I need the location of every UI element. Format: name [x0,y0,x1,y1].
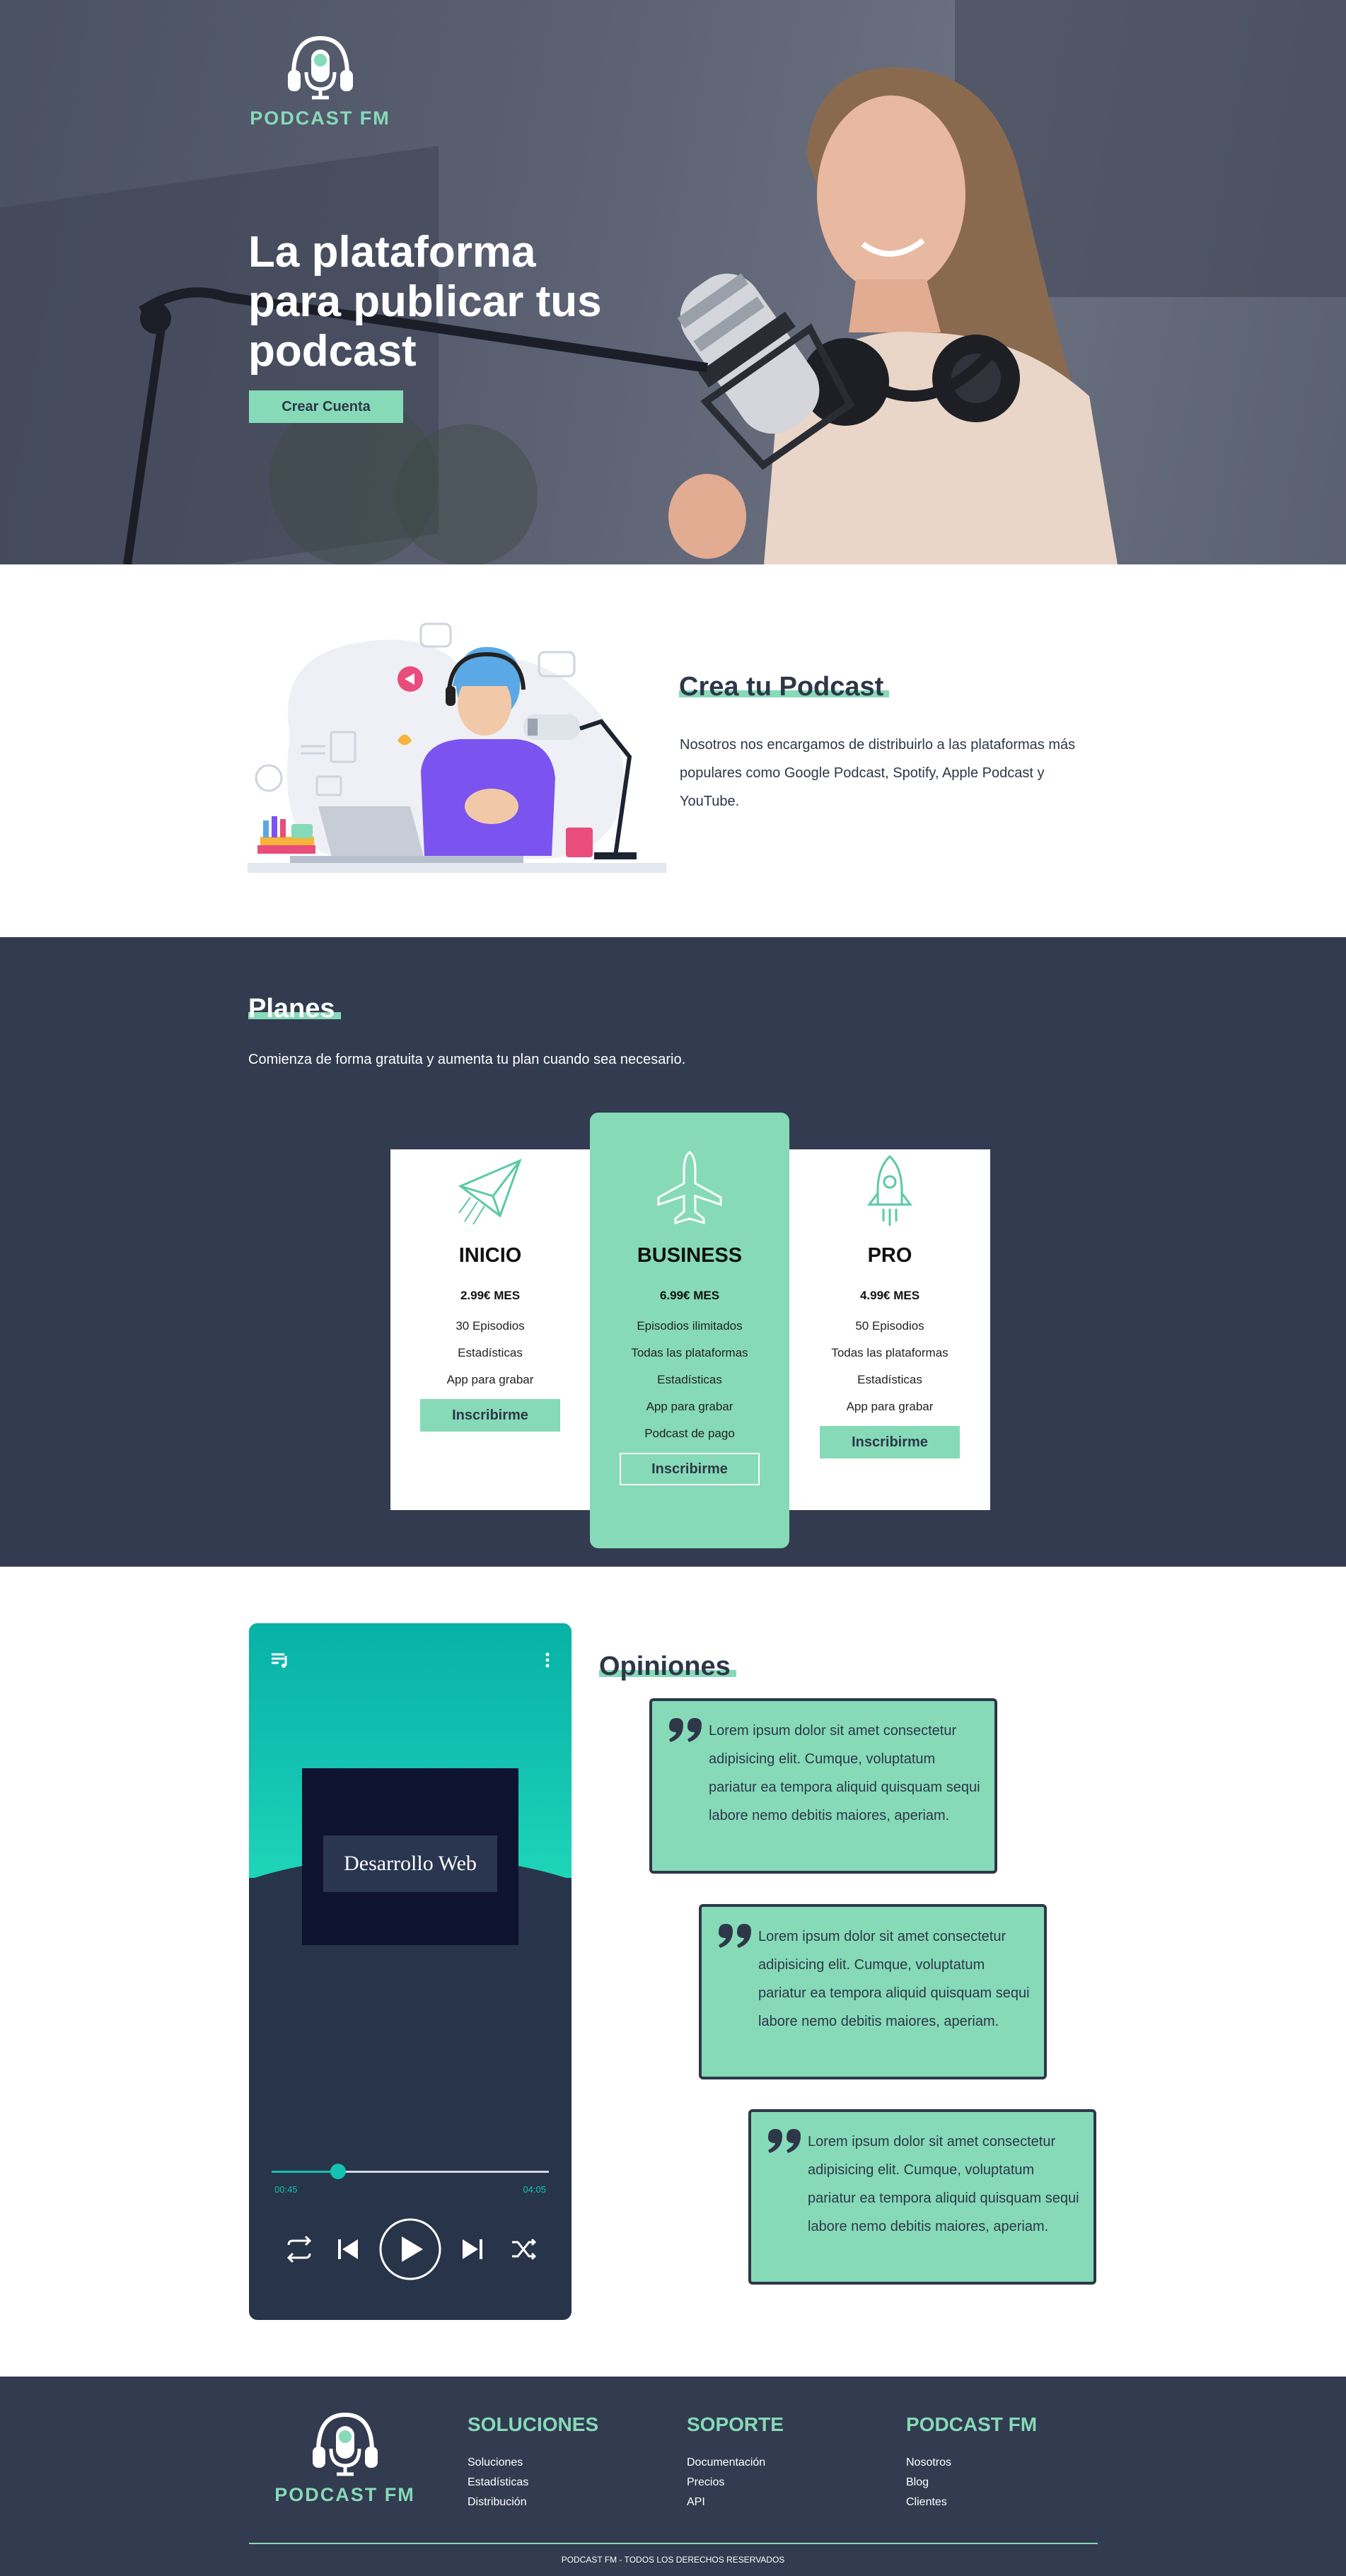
footer-link[interactable]: Soluciones [468,2453,598,2473]
footer-column-soporte: SOPORTE Documentación Precios API [687,2413,784,2512]
footer-column-title: SOPORTE [687,2413,784,2435]
podcaster-illustration [248,622,666,873]
quote-icon [719,1924,751,1948]
testimonial-text: Lorem ipsum dolor sit amet consectetur a… [808,2134,1079,2234]
plan-feature: Estadísticas [657,1373,722,1386]
plan-price: 2.99€ MES [460,1289,521,1302]
more-options-icon[interactable] [545,1652,550,1669]
subscribe-button-pro[interactable]: Inscribirme [820,1426,960,1458]
testimonial-card: Lorem ipsum dolor sit amet consectetur a… [699,1904,1047,2079]
subscribe-button-business[interactable]: Inscribirme [620,1453,760,1485]
footer-link[interactable]: Nosotros [906,2453,1037,2473]
headphones-microphone-icon [287,35,353,100]
plan-feature: Podcast de pago [644,1427,735,1440]
crea-podcast-text: Nosotros nos encargamos de distribuirlo … [680,737,1076,809]
testimonial-text: Lorem ipsum dolor sit amet consectetur a… [758,1929,1030,2029]
progress-bar[interactable] [272,2164,549,2179]
plan-price: 6.99€ MES [659,1289,720,1302]
planes-section: Planes Comienza de forma gratuita y aume… [0,937,1346,1567]
footer-link[interactable]: API [687,2493,784,2512]
plan-features: 50 Episodios Todas las plataformas Estad… [789,1313,990,1420]
create-account-button[interactable]: Crear Cuenta [249,390,403,423]
footer-link[interactable]: Estadísticas [468,2473,598,2493]
footer-divider [249,2543,1098,2544]
footer-column-title: PODCAST FM [906,2413,1038,2435]
footer-link[interactable]: Distribución [468,2493,598,2512]
plan-feature: Estadísticas [857,1373,922,1386]
shuffle-icon[interactable] [512,2238,537,2261]
footer-link[interactable]: Documentación [687,2453,784,2473]
repeat-icon[interactable] [286,2235,312,2263]
plan-feature: Todas las plataformas [631,1346,748,1359]
opiniones-title: Opiniones [599,1652,736,1682]
progress-knob[interactable] [330,2164,347,2179]
testimonial-card: Lorem ipsum dolor sit amet consectetur a… [649,1698,997,1874]
quote-icon [669,1718,702,1742]
airplane-icon [657,1151,722,1225]
plan-feature: App para grabar [846,1400,934,1413]
subscribe-button-inicio[interactable]: Inscribirme [420,1399,560,1432]
footer-logo[interactable]: PODCAST FM [272,2408,417,2506]
plan-name: PRO [867,1244,912,1267]
planes-description: Comienza de forma gratuita y aumenta tu … [248,1052,686,1067]
hero-section: PODCAST FM La plataforma para publicar t… [0,0,1346,564]
play-icon[interactable] [379,2218,441,2280]
hero-title: La plataforma para publicar tus podcast [248,228,602,376]
progress-fill [272,2171,339,2173]
headphones-microphone-icon [312,2412,378,2476]
footer: PODCAST FM SOLUCIONES Soluciones Estadís… [0,2377,1346,2576]
plan-feature: App para grabar [646,1400,733,1413]
footer-link[interactable]: Blog [906,2473,1037,2493]
plan-feature: 50 Episodios [855,1319,924,1333]
testimonial-text: Lorem ipsum dolor sit amet consectetur a… [709,1723,980,1823]
plan-feature: Todas las plataformas [831,1346,948,1359]
next-icon[interactable] [463,2239,482,2259]
quote-icon [768,2129,801,2153]
footer-column-title: SOLUCIONES [468,2413,599,2435]
footer-link[interactable]: Clientes [906,2493,1037,2512]
paper-plane-icon [458,1159,522,1225]
footer-link[interactable]: Precios [687,2473,784,2493]
album-title: Desarrollo Web [323,1835,497,1892]
crea-podcast-title: Crea tu Podcast [679,672,890,702]
plan-features: Episodios ilimitados Todas las plataform… [590,1313,789,1447]
rocket-icon [867,1154,912,1226]
hero-brand-name: PODCAST FM [250,108,390,129]
plan-feature: 30 Episodios [456,1319,525,1333]
playlist-icon[interactable] [270,1652,290,1669]
plan-feature: Episodios ilimitados [637,1319,743,1333]
music-player: Desarrollo Web 00:45 04:05 [249,1623,572,2320]
plan-card-business: BUSINESS 6.99€ MES Episodios ilimitados … [590,1113,789,1548]
footer-brand-name: PODCAST FM [274,2484,415,2505]
album-cover: Desarrollo Web [302,1768,518,1945]
footer-column-soluciones: SOLUCIONES Soluciones Estadísticas Distr… [468,2413,598,2512]
planes-title-text: Planes [248,994,341,1023]
planes-title: Planes [248,994,341,1024]
plan-feature: App para grabar [446,1373,534,1386]
player-controls [286,2218,537,2280]
footer-column-podcast-fm: PODCAST FM Nosotros Blog Clientes [906,2413,1037,2512]
plan-feature: Estadísticas [458,1346,523,1359]
plan-card-pro: PRO 4.99€ MES 50 Episodios Todas las pla… [789,1149,990,1510]
total-time: 04:05 [523,2184,546,2195]
hero-logo[interactable]: PODCAST FM [248,31,393,129]
previous-icon[interactable] [338,2239,358,2259]
plan-name: INICIO [458,1244,522,1267]
plan-price: 4.99€ MES [859,1289,920,1302]
opiniones-title-text: Opiniones [599,1652,736,1681]
crea-podcast-title-text: Crea tu Podcast [679,672,890,702]
copyright-text: PODCAST FM - TODOS LOS DERECHOS RESERVAD… [561,2555,785,2565]
plan-features: 30 Episodios Estadísticas App para graba… [390,1313,590,1393]
plan-name: BUSINESS [637,1244,743,1267]
current-time: 00:45 [274,2184,298,2195]
testimonial-card: Lorem ipsum dolor sit amet consectetur a… [748,2109,1096,2285]
plan-card-inicio: INICIO 2.99€ MES 30 Episodios Estadístic… [390,1149,590,1510]
